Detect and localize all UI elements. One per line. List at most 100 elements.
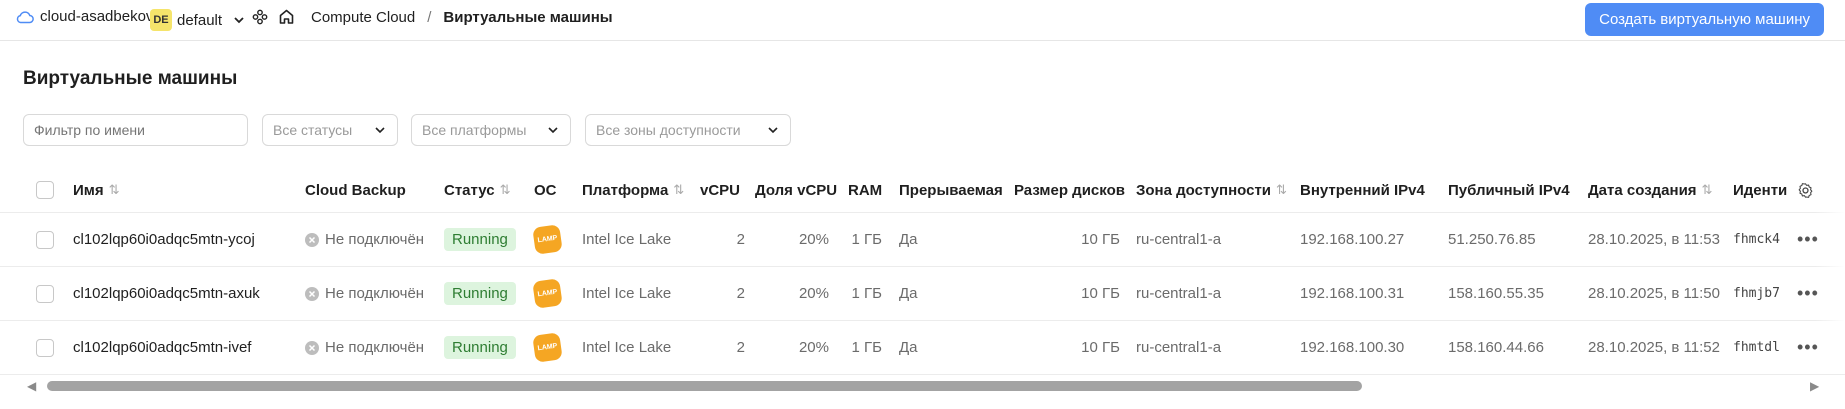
breadcrumb: Compute Cloud / Виртуальные машины [311, 9, 613, 26]
cloud-selector[interactable]: cloud-asadbekov-a [16, 8, 167, 25]
home-icon[interactable] [278, 8, 295, 25]
column-created[interactable]: Дата создания ⇅ [1588, 168, 1712, 212]
horizontal-scrollbar[interactable]: ◀ ▶ [25, 376, 1825, 394]
column-platform[interactable]: Платформа ⇅ [582, 168, 684, 212]
platform-value: Intel Ice Lake [582, 231, 672, 248]
backup-status: Не подключён [305, 213, 424, 266]
chevron-down-icon [766, 123, 780, 137]
vm-id-value: fhmjb7 [1733, 286, 1780, 301]
column-status[interactable]: Статус ⇅ [444, 168, 510, 212]
row-checkbox[interactable] [36, 338, 54, 357]
status-filter-label: Все статусы [273, 122, 353, 138]
preemptible-value: Да [899, 285, 918, 302]
vcpu-share-value: 20% [798, 339, 829, 356]
breadcrumb-current: Виртуальные машины [443, 9, 613, 26]
name-filter-input[interactable] [23, 114, 248, 146]
lamp-os-icon: LAMP [532, 332, 563, 363]
platform-value: Intel Ice Lake [582, 285, 672, 302]
internal-ip-value: 192.168.100.27 [1300, 231, 1405, 248]
zone-filter-select[interactable]: Все зоны доступности [585, 114, 791, 146]
vm-id-value: fhmtdl [1733, 340, 1780, 355]
created-value: 28.10.2025, в 11:50 [1588, 285, 1720, 302]
create-vm-button[interactable]: Создать виртуальную машину [1585, 3, 1824, 36]
page-title: Виртуальные машины [23, 68, 238, 89]
column-backup: Cloud Backup [305, 181, 406, 199]
vm-name-link[interactable]: cl102lqp60i0adqc5mtn-axuk [73, 267, 260, 320]
platform-filter-select[interactable]: Все платформы [411, 114, 571, 146]
status-badge: Running [444, 336, 516, 359]
ram-value: 1 ГБ [851, 339, 882, 356]
table-row[interactable]: cl102lqp60i0adqc5mtn-ycoj Не подключён R… [0, 213, 1845, 267]
created-value: 28.10.2025, в 11:53 [1588, 231, 1720, 248]
sort-icon[interactable]: ⇅ [1276, 182, 1287, 198]
chevron-down-icon [546, 123, 560, 137]
select-all-checkbox[interactable] [36, 181, 54, 199]
public-ip-value: 51.250.76.85 [1448, 231, 1536, 248]
column-name[interactable]: Имя ⇅ [73, 168, 120, 212]
table-row[interactable]: cl102lqp60i0adqc5mtn-ivef Не подключён R… [0, 321, 1845, 375]
status-badge: Running [444, 228, 516, 251]
vcpu-share-value: 20% [798, 285, 829, 302]
sort-icon[interactable]: ⇅ [500, 182, 511, 198]
column-zone[interactable]: Зона доступности ⇅ [1136, 168, 1287, 212]
not-connected-icon [305, 286, 319, 301]
chevron-down-icon [232, 13, 246, 27]
column-preemptible: Прерываемая [899, 181, 1003, 199]
row-checkbox[interactable] [36, 284, 54, 303]
column-disk-size: Размер дисков [1014, 181, 1125, 199]
not-connected-icon [305, 340, 319, 355]
column-vcpu-share: Доля vCPU [755, 181, 838, 199]
column-name-label: Имя [73, 181, 104, 199]
services-icon[interactable] [252, 9, 268, 25]
not-connected-icon [305, 232, 319, 247]
column-public-ip: Публичный IPv4 [1448, 181, 1570, 199]
scroll-left-arrow-icon[interactable]: ◀ [27, 379, 36, 393]
table-header: Имя ⇅ Cloud Backup Статус ⇅ ОС Платформа ⇅ … [0, 168, 1845, 213]
breadcrumb-service[interactable]: Compute Cloud [311, 9, 415, 26]
breadcrumb-separator: / [427, 9, 432, 26]
internal-ip-value: 192.168.100.31 [1300, 285, 1405, 302]
vm-name-link[interactable]: cl102lqp60i0adqc5mtn-ivef [73, 321, 251, 374]
folder-badge: DE [150, 9, 172, 31]
table-row[interactable]: cl102lqp60i0adqc5mtn-axuk Не подключён R… [0, 267, 1845, 321]
column-id: Иденти [1733, 181, 1788, 199]
platform-filter-label: Все платформы [422, 122, 527, 138]
internal-ip-value: 192.168.100.30 [1300, 339, 1405, 356]
table-edge-fade [1815, 168, 1845, 368]
ram-value: 1 ГБ [851, 285, 882, 302]
zone-value: ru-central1-a [1136, 285, 1222, 302]
folder-selector[interactable]: DE default [150, 9, 246, 31]
lamp-os-icon: LAMP [532, 278, 563, 309]
platform-value: Intel Ice Lake [582, 339, 672, 356]
column-created-label: Дата создания [1588, 181, 1697, 199]
column-vcpu: vCPU [700, 181, 741, 199]
status-badge: Running [444, 282, 516, 305]
created-value: 28.10.2025, в 11:52 [1588, 339, 1720, 356]
cloud-icon [16, 10, 34, 24]
backup-label: Не подключён [325, 231, 425, 248]
preemptible-value: Да [899, 339, 918, 356]
vcpu-value: 2 [736, 339, 745, 356]
backup-status: Не подключён [305, 267, 424, 320]
preemptible-value: Да [899, 231, 918, 248]
disk-size-value: 10 ГБ [1081, 231, 1120, 248]
vm-name-link[interactable]: cl102lqp60i0adqc5mtn-ycoj [73, 213, 255, 266]
settings-icon[interactable] [1797, 168, 1814, 212]
column-os: ОС [534, 181, 557, 199]
sort-icon[interactable]: ⇅ [1702, 182, 1713, 198]
vm-id-value: fhmck4 [1733, 232, 1780, 247]
zone-value: ru-central1-a [1136, 231, 1222, 248]
sort-icon[interactable]: ⇅ [109, 182, 120, 198]
cloud-name: cloud-asadbekov-a [40, 8, 167, 25]
scrollbar-thumb[interactable] [47, 381, 1362, 391]
sort-icon[interactable]: ⇅ [673, 182, 684, 198]
status-filter-select[interactable]: Все статусы [262, 114, 398, 146]
backup-label: Не подключён [325, 339, 425, 356]
vcpu-value: 2 [736, 231, 745, 248]
backup-label: Не подключён [325, 285, 425, 302]
column-internal-ip: Внутренний IPv4 [1300, 181, 1425, 199]
row-checkbox[interactable] [36, 230, 54, 249]
vcpu-share-value: 20% [798, 231, 829, 248]
scroll-right-arrow-icon[interactable]: ▶ [1810, 379, 1819, 393]
vcpu-value: 2 [736, 285, 745, 302]
